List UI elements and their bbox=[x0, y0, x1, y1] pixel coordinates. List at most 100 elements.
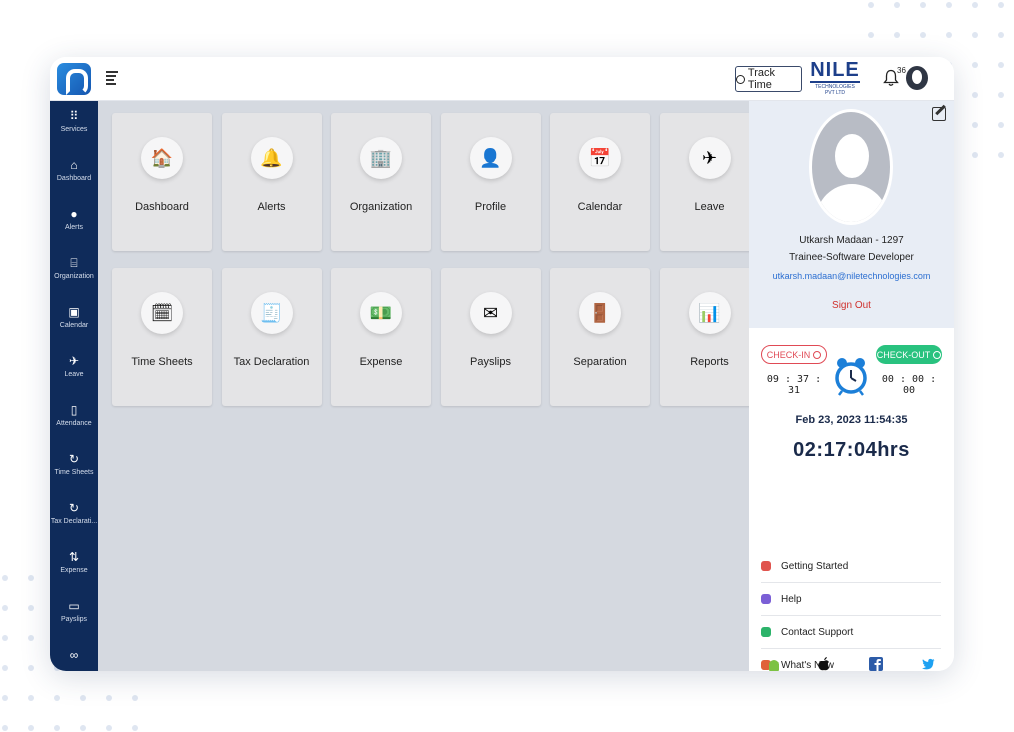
sidebar-item-time-sheets[interactable]: ↻ Time Sheets bbox=[50, 444, 98, 488]
sign-out-link[interactable]: Sign Out bbox=[749, 300, 954, 311]
link-label: Help bbox=[781, 593, 802, 605]
sidebar-item-label: Calendar bbox=[59, 322, 89, 329]
sidebar-item-attendance[interactable]: ▯ Attendance bbox=[50, 395, 98, 439]
service-tile-alerts[interactable]: 🔔 Alerts bbox=[221, 113, 322, 251]
service-tile-label: Calendar bbox=[577, 201, 623, 213]
sidebar-item-calendar[interactable]: ▣ Calendar bbox=[50, 297, 98, 341]
sidebar-item-payslips[interactable]: ▭ Payslips bbox=[50, 591, 98, 635]
sidebar-item-label: Attendance bbox=[56, 420, 92, 427]
sidebar-item-organization[interactable]: ⌸ Organization bbox=[50, 248, 98, 292]
worked-hours: 02:17:04hrs bbox=[793, 439, 910, 461]
sync-icon: ⇅ bbox=[68, 550, 80, 564]
app-logo[interactable] bbox=[57, 63, 91, 95]
track-time-label: Track Time bbox=[747, 67, 775, 91]
service-tile-tax-declaration[interactable]: 🧾 Tax Declaration bbox=[221, 268, 322, 406]
clock-icon bbox=[933, 350, 942, 359]
organization-icon: 🏢 bbox=[360, 137, 402, 179]
check-out-button[interactable]: CHECK-OUT bbox=[876, 345, 942, 364]
service-tile-label: Separation bbox=[573, 356, 627, 368]
link-label: Getting Started bbox=[781, 560, 849, 572]
sidebar-item-label: Tax Declarati... bbox=[50, 518, 98, 525]
sidebar-item-more[interactable]: ∞ bbox=[50, 640, 98, 671]
notification-count: 36 bbox=[897, 66, 906, 75]
link-help[interactable]: Help bbox=[761, 583, 941, 616]
service-tile-time-sheets[interactable]: 🗓 Time Sheets bbox=[112, 268, 212, 406]
leave-icon: ✈ bbox=[688, 137, 731, 179]
sidebar-item-dashboard[interactable]: ⌂ Dashboard bbox=[50, 150, 98, 194]
support-icon bbox=[761, 627, 771, 637]
service-tile-label: Alerts bbox=[257, 201, 286, 213]
payslips-icon: ✉ bbox=[469, 292, 512, 334]
profile-card: Utkarsh Madaan - 1297 Trainee-Software D… bbox=[749, 101, 954, 328]
sidebar-item-label: Leave bbox=[64, 371, 84, 378]
company-logo-name: NILE bbox=[810, 59, 860, 81]
time-sheets-icon: 🗓 bbox=[141, 292, 183, 334]
services-panel: 🏠 Dashboard 🔔 Alerts 🏢 Organization 👤 Profile 📅 C… bbox=[98, 101, 760, 671]
user-avatar[interactable] bbox=[906, 66, 928, 90]
sidebar-item-services[interactable]: ⠿ Services bbox=[50, 101, 98, 145]
company-logo-subtitle: TECHNOLOGIES PVT LTD bbox=[810, 81, 860, 96]
profile-icon: 👤 bbox=[469, 137, 512, 179]
check-out-label: CHECK-OUT bbox=[876, 349, 931, 360]
service-tile-label: Tax Declaration bbox=[233, 356, 310, 368]
service-tile-separation[interactable]: 🚪 Separation bbox=[550, 268, 650, 406]
home-icon: ⌂ bbox=[70, 158, 78, 172]
link-getting-started[interactable]: Getting Started bbox=[761, 550, 941, 583]
service-tile-reports[interactable]: 📊 Reports bbox=[659, 268, 760, 406]
check-in-label: CHECK-IN bbox=[766, 349, 811, 360]
sidebar-item-expense[interactable]: ⇅ Expense bbox=[50, 542, 98, 586]
twitter-icon[interactable] bbox=[921, 657, 935, 671]
sidebar-item-label: Payslips bbox=[60, 616, 88, 623]
apple-icon[interactable] bbox=[817, 657, 831, 671]
service-tile-label: Time Sheets bbox=[131, 356, 193, 368]
android-icon[interactable] bbox=[767, 657, 781, 671]
facebook-icon[interactable] bbox=[869, 657, 883, 671]
edit-icon[interactable] bbox=[932, 107, 946, 121]
check-in-time: 09 : 37 : 31 bbox=[766, 374, 822, 396]
check-out-time: 00 : 00 : 00 bbox=[881, 374, 937, 396]
service-tile-profile[interactable]: 👤 Profile bbox=[440, 113, 541, 251]
service-tile-leave[interactable]: ✈ Leave bbox=[659, 113, 760, 251]
app-window: Track Time NILE TECHNOLOGIES PVT LTD 36 … bbox=[50, 57, 954, 671]
link-contact-support[interactable]: Contact Support bbox=[761, 616, 941, 649]
menu-icon[interactable] bbox=[106, 71, 118, 85]
track-time-button[interactable]: Track Time bbox=[735, 66, 802, 92]
service-tile-organization[interactable]: 🏢 Organization bbox=[331, 113, 431, 251]
clock-icon bbox=[813, 350, 822, 359]
service-tile-label: Dashboard bbox=[135, 201, 189, 213]
separation-icon: 🚪 bbox=[579, 292, 621, 334]
expense-icon: 💵 bbox=[360, 292, 402, 334]
sidebar-item-label: Expense bbox=[60, 567, 88, 574]
bank-icon: ⌸ bbox=[70, 256, 78, 270]
sidebar-item-label: Alerts bbox=[65, 224, 83, 231]
sidebar-item-leave[interactable]: ✈ Leave bbox=[50, 346, 98, 390]
service-tile-label: Organization bbox=[349, 201, 413, 213]
calendar-icon: ▣ bbox=[68, 305, 80, 319]
profile-avatar bbox=[809, 109, 893, 225]
profile-panel: Utkarsh Madaan - 1297 Trainee-Software D… bbox=[749, 101, 954, 671]
rocket-icon bbox=[761, 561, 771, 571]
service-tile-dashboard[interactable]: 🏠 Dashboard bbox=[112, 113, 212, 251]
help-icon bbox=[761, 594, 771, 604]
sidebar-item-label: Organization bbox=[54, 273, 94, 280]
clipboard-icon: ▯ bbox=[70, 403, 78, 417]
check-in-button[interactable]: CHECK-IN bbox=[761, 345, 827, 364]
service-tile-expense[interactable]: 💵 Expense bbox=[331, 268, 431, 406]
alarm-clock-icon bbox=[835, 358, 867, 396]
service-tile-payslips[interactable]: ✉ Payslips bbox=[440, 268, 541, 406]
refresh-icon: ↻ bbox=[68, 452, 80, 466]
service-tile-calendar[interactable]: 📅 Calendar bbox=[550, 113, 650, 251]
sidebar-item-tax-declarati[interactable]: ↻ Tax Declarati... bbox=[50, 493, 98, 537]
sidebar-item-label: Dashboard bbox=[56, 175, 92, 182]
sidebar-item-alerts[interactable]: ● Alerts bbox=[50, 199, 98, 243]
sidebar: ⠿ Services ⌂ Dashboard ● Alerts ⌸ Organization ▣… bbox=[50, 101, 98, 671]
current-date-time: Feb 23, 2023 11:54:35 bbox=[795, 414, 908, 426]
profile-email[interactable]: utkarsh.madaan@niletechnologies.com bbox=[749, 271, 954, 281]
alerts-icon: 🔔 bbox=[250, 137, 293, 179]
help-links: Getting Started Help Contact Support What's… bbox=[761, 550, 941, 671]
service-tile-label: Profile bbox=[474, 201, 507, 213]
alert-icon: ● bbox=[70, 207, 78, 221]
top-bar: Track Time NILE TECHNOLOGIES PVT LTD 36 bbox=[50, 57, 954, 101]
card-icon: ▭ bbox=[68, 599, 80, 613]
plane-icon: ✈ bbox=[68, 354, 80, 368]
